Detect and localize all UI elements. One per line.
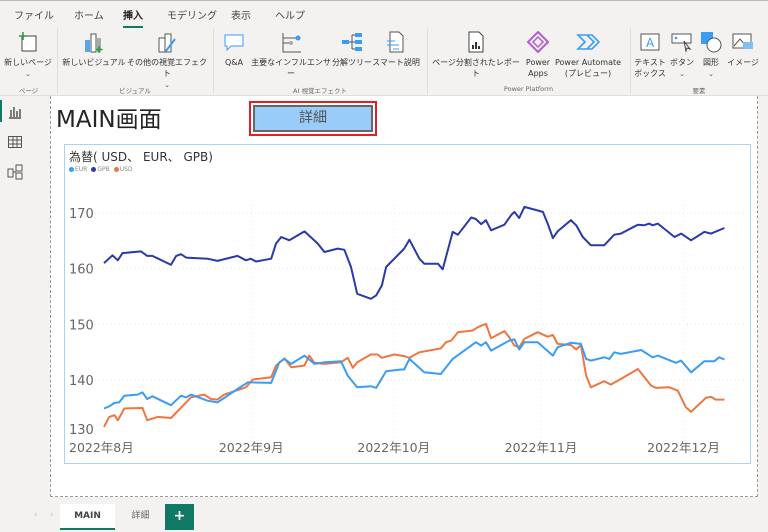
detail-button[interactable]: 詳細 bbox=[253, 105, 373, 132]
paginated-report-icon bbox=[468, 31, 484, 53]
tab-file[interactable]: ファイル bbox=[14, 7, 54, 22]
page-tab-detail[interactable]: 詳細 bbox=[118, 504, 163, 530]
power-apps-icon bbox=[526, 30, 550, 54]
key-influencers-icon bbox=[282, 33, 301, 53]
active-indicator bbox=[0, 100, 2, 122]
ribbon: 新しいページ ⌄ ページ 新しいビジュアル その他の視覚エフェクト ⌄ ビジュアル … bbox=[0, 28, 768, 96]
page-tab-main[interactable]: MAIN bbox=[60, 504, 115, 530]
key-influencers-button[interactable]: 主要なインフルエンサー bbox=[250, 30, 332, 79]
group-label-ai: AI 視覚エフェクト bbox=[293, 87, 347, 95]
shapes-button[interactable]: 図形 ⌄ bbox=[697, 30, 725, 80]
tab-home[interactable]: ホーム bbox=[74, 7, 104, 22]
tab-modeling[interactable]: モデリング bbox=[167, 7, 217, 22]
scroll-right-icon[interactable]: › bbox=[50, 510, 53, 519]
smart-narrative-icon bbox=[387, 31, 404, 53]
speech-bubble-icon bbox=[224, 34, 244, 52]
series-line-gpb bbox=[103, 205, 725, 300]
page-tabs-bar: ‹ › MAIN 詳細 + bbox=[0, 500, 768, 532]
power-automate-button[interactable]: Power Automate (プレビュー) bbox=[552, 30, 624, 79]
tab-help[interactable]: ヘルプ bbox=[275, 7, 305, 22]
svg-text:A: A bbox=[646, 36, 655, 50]
image-button[interactable]: イメージ bbox=[726, 30, 760, 68]
more-visuals-button[interactable]: その他の視覚エフェクト ⌄ bbox=[126, 30, 208, 91]
menu-tabs: ファイル ホーム 挿入 モデリング 表示 ヘルプ bbox=[0, 0, 768, 28]
view-switcher bbox=[0, 96, 30, 500]
table-view-icon[interactable] bbox=[7, 134, 23, 150]
report-page: MAIN画面 詳細 為替( USD、 EUR、 GPB) EUR GPB USD… bbox=[50, 96, 758, 497]
line-chart-visual[interactable]: 為替( USD、 EUR、 GPB) EUR GPB USD 130 140 150… bbox=[64, 144, 751, 464]
group-label-power-platform: Power Platform bbox=[503, 85, 554, 93]
plot-area: 130 140 150 160 170 2022年8月 2022年9月 2022年10月 202… bbox=[69, 200, 745, 455]
x-tick-label: 2022年11月 bbox=[505, 440, 578, 455]
more-visuals-icon bbox=[158, 33, 176, 53]
x-tick-label: 2022年8月 bbox=[69, 440, 134, 455]
report-canvas: MAIN画面 詳細 為替( USD、 EUR、 GPB) EUR GPB USD… bbox=[30, 96, 768, 500]
y-tick-label: 160 bbox=[69, 263, 94, 278]
power-apps-button[interactable]: Power Apps bbox=[522, 30, 554, 79]
x-tick-label: 2022年12月 bbox=[647, 440, 720, 455]
textbox-button[interactable]: A テキスト ボックス bbox=[633, 30, 667, 79]
report-view-icon[interactable] bbox=[7, 104, 23, 120]
bar-chart-icon bbox=[85, 33, 103, 53]
x-tick-label: 2022年10月 bbox=[357, 440, 430, 455]
y-tick-label: 140 bbox=[69, 374, 94, 389]
new-page-button[interactable]: 新しいページ ⌄ bbox=[4, 30, 52, 80]
textbox-icon: A bbox=[640, 33, 660, 51]
model-view-icon[interactable] bbox=[7, 164, 23, 180]
y-tick-label: 150 bbox=[69, 318, 94, 333]
group-label-page: ページ bbox=[18, 87, 39, 95]
paginated-report-button[interactable]: ページ分割されたレポート bbox=[430, 30, 522, 79]
button-cursor-icon bbox=[671, 33, 692, 53]
tab-insert[interactable]: 挿入 bbox=[123, 7, 143, 28]
decomposition-tree-button[interactable]: 分解ツリー bbox=[332, 30, 372, 68]
group-label-elements: 要素 bbox=[692, 87, 706, 95]
add-page-button[interactable]: + bbox=[165, 504, 194, 530]
detail-button-highlight: 詳細 bbox=[249, 101, 377, 136]
y-tick-label: 170 bbox=[69, 207, 94, 222]
decomposition-tree-icon bbox=[342, 33, 362, 51]
qa-button[interactable]: Q&A bbox=[220, 30, 248, 68]
group-label-visual: ビジュアル bbox=[119, 87, 151, 95]
tab-view[interactable]: 表示 bbox=[231, 7, 251, 22]
smart-narrative-button[interactable]: スマート説明 bbox=[372, 30, 420, 68]
x-tick-label: 2022年9月 bbox=[219, 440, 284, 455]
new-page-icon bbox=[19, 32, 37, 52]
button-insert-button[interactable]: ボタン ⌄ bbox=[667, 30, 697, 80]
power-automate-icon bbox=[576, 34, 601, 50]
shapes-icon bbox=[701, 32, 722, 53]
scroll-left-icon[interactable]: ‹ bbox=[34, 510, 37, 519]
series-line-usd bbox=[103, 322, 725, 428]
y-tick-label: 130 bbox=[69, 423, 94, 438]
image-icon bbox=[732, 33, 753, 49]
page-title: MAIN画面 bbox=[56, 107, 162, 133]
new-visual-button[interactable]: 新しいビジュアル bbox=[62, 30, 126, 68]
